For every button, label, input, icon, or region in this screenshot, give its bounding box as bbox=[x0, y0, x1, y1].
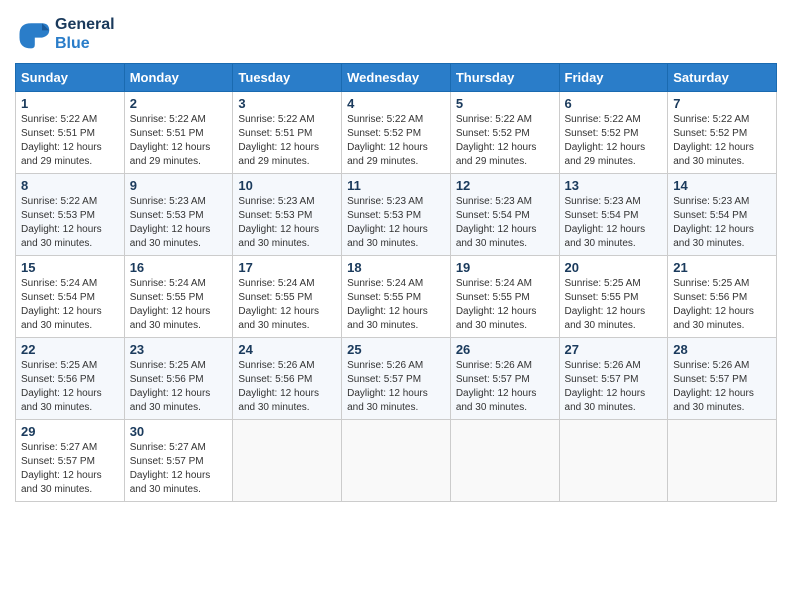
day-2: 2Sunrise: 5:22 AMSunset: 5:51 PMDaylight… bbox=[124, 92, 233, 174]
day-16: 16Sunrise: 5:24 AMSunset: 5:55 PMDayligh… bbox=[124, 256, 233, 338]
calendar-header-row: SundayMondayTuesdayWednesdayThursdayFrid… bbox=[16, 64, 777, 92]
logo-icon bbox=[15, 16, 51, 52]
calendar-table: SundayMondayTuesdayWednesdayThursdayFrid… bbox=[15, 63, 777, 502]
week-row-4: 22Sunrise: 5:25 AMSunset: 5:56 PMDayligh… bbox=[16, 338, 777, 420]
empty-cell bbox=[559, 420, 668, 502]
col-wednesday: Wednesday bbox=[342, 64, 451, 92]
week-row-3: 15Sunrise: 5:24 AMSunset: 5:54 PMDayligh… bbox=[16, 256, 777, 338]
day-9: 9Sunrise: 5:23 AMSunset: 5:53 PMDaylight… bbox=[124, 174, 233, 256]
day-12: 12Sunrise: 5:23 AMSunset: 5:54 PMDayligh… bbox=[450, 174, 559, 256]
day-1: 1Sunrise: 5:22 AMSunset: 5:51 PMDaylight… bbox=[16, 92, 125, 174]
day-28: 28Sunrise: 5:26 AMSunset: 5:57 PMDayligh… bbox=[668, 338, 777, 420]
day-13: 13Sunrise: 5:23 AMSunset: 5:54 PMDayligh… bbox=[559, 174, 668, 256]
day-18: 18Sunrise: 5:24 AMSunset: 5:55 PMDayligh… bbox=[342, 256, 451, 338]
col-friday: Friday bbox=[559, 64, 668, 92]
empty-cell bbox=[342, 420, 451, 502]
day-26: 26Sunrise: 5:26 AMSunset: 5:57 PMDayligh… bbox=[450, 338, 559, 420]
day-29: 29Sunrise: 5:27 AMSunset: 5:57 PMDayligh… bbox=[16, 420, 125, 502]
day-3: 3Sunrise: 5:22 AMSunset: 5:51 PMDaylight… bbox=[233, 92, 342, 174]
empty-cell bbox=[450, 420, 559, 502]
day-8: 8Sunrise: 5:22 AMSunset: 5:53 PMDaylight… bbox=[16, 174, 125, 256]
day-19: 19Sunrise: 5:24 AMSunset: 5:55 PMDayligh… bbox=[450, 256, 559, 338]
col-saturday: Saturday bbox=[668, 64, 777, 92]
day-10: 10Sunrise: 5:23 AMSunset: 5:53 PMDayligh… bbox=[233, 174, 342, 256]
day-27: 27Sunrise: 5:26 AMSunset: 5:57 PMDayligh… bbox=[559, 338, 668, 420]
logo: General Blue bbox=[15, 15, 115, 53]
day-15: 15Sunrise: 5:24 AMSunset: 5:54 PMDayligh… bbox=[16, 256, 125, 338]
header: General Blue bbox=[15, 15, 777, 53]
day-14: 14Sunrise: 5:23 AMSunset: 5:54 PMDayligh… bbox=[668, 174, 777, 256]
day-7: 7Sunrise: 5:22 AMSunset: 5:52 PMDaylight… bbox=[668, 92, 777, 174]
day-23: 23Sunrise: 5:25 AMSunset: 5:56 PMDayligh… bbox=[124, 338, 233, 420]
day-25: 25Sunrise: 5:26 AMSunset: 5:57 PMDayligh… bbox=[342, 338, 451, 420]
empty-cell bbox=[233, 420, 342, 502]
week-row-1: 1Sunrise: 5:22 AMSunset: 5:51 PMDaylight… bbox=[16, 92, 777, 174]
day-30: 30Sunrise: 5:27 AMSunset: 5:57 PMDayligh… bbox=[124, 420, 233, 502]
day-4: 4Sunrise: 5:22 AMSunset: 5:52 PMDaylight… bbox=[342, 92, 451, 174]
logo-text: General Blue bbox=[55, 15, 115, 53]
col-thursday: Thursday bbox=[450, 64, 559, 92]
day-11: 11Sunrise: 5:23 AMSunset: 5:53 PMDayligh… bbox=[342, 174, 451, 256]
day-20: 20Sunrise: 5:25 AMSunset: 5:55 PMDayligh… bbox=[559, 256, 668, 338]
week-row-5: 29Sunrise: 5:27 AMSunset: 5:57 PMDayligh… bbox=[16, 420, 777, 502]
day-17: 17Sunrise: 5:24 AMSunset: 5:55 PMDayligh… bbox=[233, 256, 342, 338]
day-21: 21Sunrise: 5:25 AMSunset: 5:56 PMDayligh… bbox=[668, 256, 777, 338]
col-tuesday: Tuesday bbox=[233, 64, 342, 92]
empty-cell bbox=[668, 420, 777, 502]
day-24: 24Sunrise: 5:26 AMSunset: 5:56 PMDayligh… bbox=[233, 338, 342, 420]
col-monday: Monday bbox=[124, 64, 233, 92]
day-22: 22Sunrise: 5:25 AMSunset: 5:56 PMDayligh… bbox=[16, 338, 125, 420]
col-sunday: Sunday bbox=[16, 64, 125, 92]
day-5: 5Sunrise: 5:22 AMSunset: 5:52 PMDaylight… bbox=[450, 92, 559, 174]
week-row-2: 8Sunrise: 5:22 AMSunset: 5:53 PMDaylight… bbox=[16, 174, 777, 256]
day-6: 6Sunrise: 5:22 AMSunset: 5:52 PMDaylight… bbox=[559, 92, 668, 174]
